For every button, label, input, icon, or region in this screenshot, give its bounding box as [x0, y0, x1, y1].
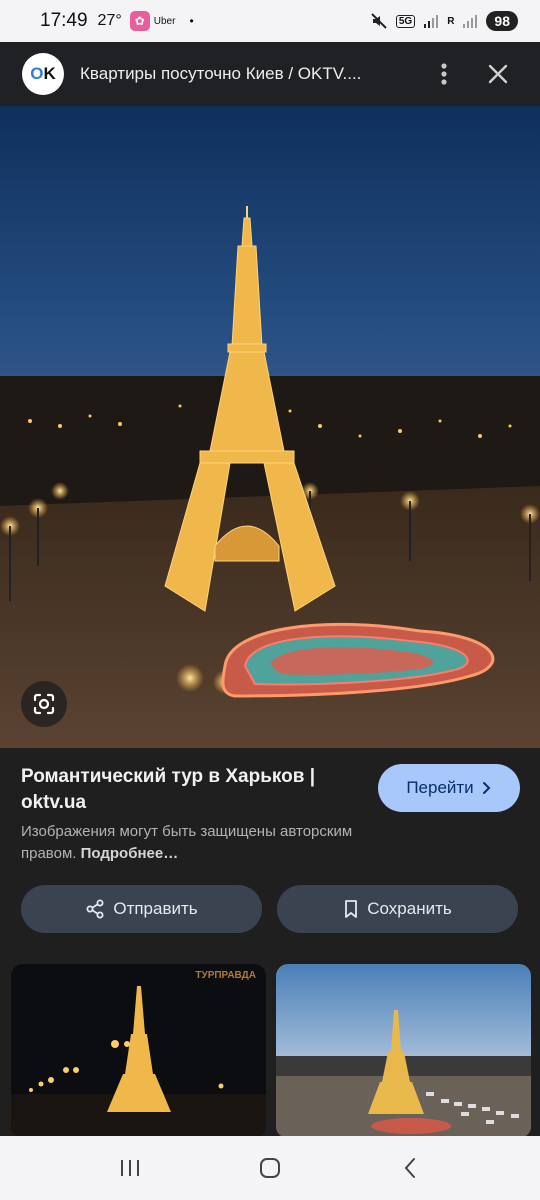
- eiffel-tower-night-photo: [0, 106, 540, 748]
- save-button-label: Сохранить: [367, 899, 452, 918]
- back-icon: [404, 1158, 415, 1178]
- recents-icon: [121, 1160, 139, 1176]
- related-image-2[interactable]: [276, 964, 531, 1138]
- status-time: 17:49: [40, 10, 88, 31]
- main-image[interactable]: [0, 106, 540, 748]
- signal-icon: [424, 15, 439, 28]
- visit-button[interactable]: Перейти: [378, 764, 520, 812]
- close-button[interactable]: [478, 54, 518, 94]
- thumbnail-watermark: ТУРПРАВДА: [195, 970, 256, 981]
- more-options-button[interactable]: [424, 54, 464, 94]
- close-icon: [488, 64, 508, 84]
- back-button[interactable]: [380, 1143, 440, 1193]
- share-button-label: Отправить: [113, 899, 198, 918]
- copyright-notice: Изображения могут быть защищены авторски…: [21, 821, 401, 865]
- logo-letter-o: O: [30, 64, 44, 83]
- copyright-text: Изображения могут быть защищены авторски…: [21, 823, 353, 862]
- related-photo-night-tower: [11, 964, 266, 1138]
- system-nav-bar: [0, 1136, 540, 1200]
- result-title[interactable]: Романтический тур в Харьков | oktv.ua: [21, 764, 351, 816]
- visit-button-label: Перейти: [406, 778, 474, 797]
- chevron-right-icon: [482, 782, 491, 794]
- status-icons: 5G R 98: [370, 11, 518, 31]
- bookmark-icon: [345, 900, 358, 918]
- lens-icon: [33, 693, 55, 715]
- more-vert-icon: [441, 63, 447, 85]
- mute-icon: [371, 13, 387, 29]
- battery-indicator: 98: [486, 11, 518, 31]
- related-image-1[interactable]: ТУРПРАВДА: [11, 964, 266, 1138]
- screen: 17:49 27° ✿ Uber • 5G R 98 OK Квартиры п…: [0, 0, 540, 1200]
- viewer-header: OK Квартиры посуточно Киев / OKTV....: [0, 42, 540, 106]
- notification-app-name: Uber: [153, 15, 176, 27]
- save-button[interactable]: Сохранить: [277, 885, 518, 933]
- recent-apps-button[interactable]: [100, 1143, 160, 1193]
- uber-app-icon: ✿: [129, 11, 150, 31]
- roaming-label: R: [447, 15, 455, 27]
- status-bar: 17:49 27° ✿ Uber • 5G R 98: [0, 0, 540, 42]
- signal-icon-2: [463, 15, 478, 28]
- share-icon: [86, 899, 104, 919]
- google-lens-button[interactable]: [21, 681, 67, 727]
- status-temperature: 27°: [97, 12, 122, 29]
- page-title[interactable]: Квартиры посуточно Киев / OKTV....: [80, 64, 410, 84]
- related-photo-dusk-tower: [276, 964, 531, 1138]
- site-logo[interactable]: OK: [22, 53, 64, 95]
- home-icon: [260, 1158, 280, 1178]
- result-info: Романтический тур в Харьков | oktv.ua Пе…: [0, 748, 540, 966]
- home-button[interactable]: [240, 1143, 300, 1193]
- logo-letter-k: K: [43, 64, 56, 83]
- share-button[interactable]: Отправить: [21, 885, 262, 933]
- network-type: 5G: [395, 14, 416, 28]
- notification-dot: •: [189, 14, 194, 28]
- learn-more-link[interactable]: Подробнее…: [81, 845, 179, 862]
